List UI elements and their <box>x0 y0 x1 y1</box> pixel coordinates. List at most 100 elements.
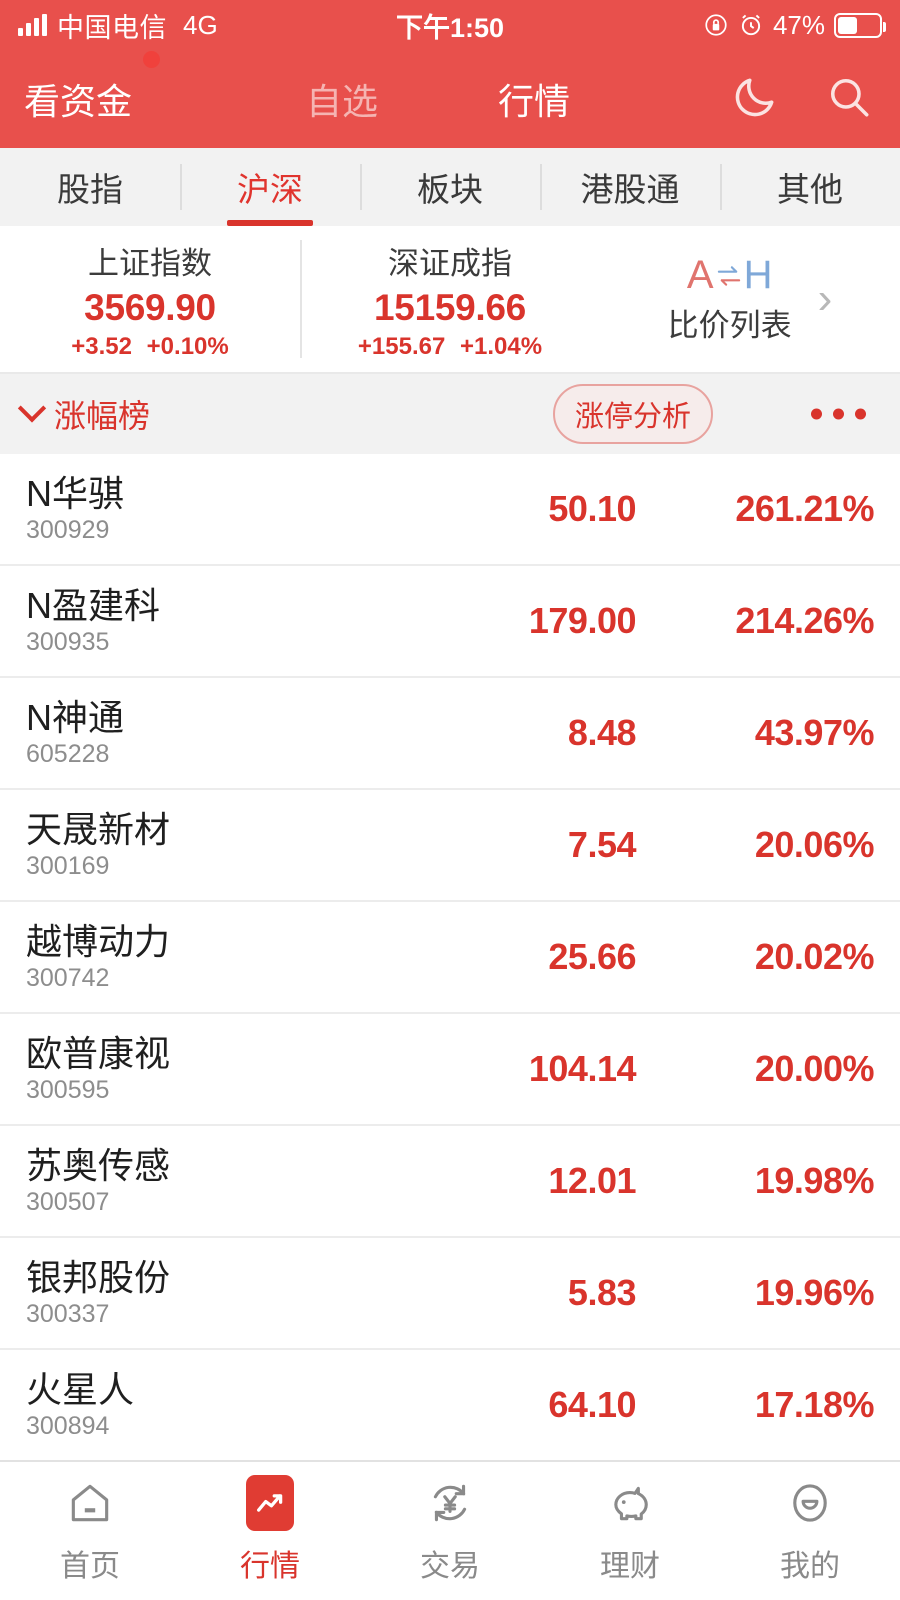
stock-name: N盈建科 <box>26 584 160 626</box>
moon-icon[interactable] <box>730 72 780 127</box>
stock-price: 179.00 <box>528 600 637 641</box>
table-row[interactable]: 越博动力 300742 25.66 20.02% <box>0 902 900 1014</box>
tab-ganggutong[interactable]: 港股通 <box>540 148 720 226</box>
stock-code: 300337 <box>26 1299 110 1328</box>
ah-logo-icon: A H <box>687 253 773 298</box>
table-row[interactable]: 欧普康视 300595 104.14 20.00% <box>0 1014 900 1126</box>
ah-compare-inner: A H 比价列表 <box>668 253 792 345</box>
stock-change-pct: 20.06% <box>754 824 875 865</box>
tab-ganggutong-label: 港股通 <box>580 171 680 208</box>
stock-identity: 欧普康视 300595 <box>26 1035 456 1103</box>
header-tab-money-label: 看资金 <box>24 81 133 122</box>
search-icon[interactable] <box>824 72 874 127</box>
piggy-bank-icon <box>604 1477 656 1529</box>
status-bar: 中国电信 4G 下午1:50 47% <box>0 0 900 50</box>
index-value: 15159.66 <box>374 286 526 328</box>
table-row[interactable]: N华骐 300929 50.10 261.21% <box>0 454 900 566</box>
stock-code: 300935 <box>26 627 110 656</box>
nav-item-finance[interactable]: 理财 <box>540 1477 720 1585</box>
stock-change-pct: 20.02% <box>754 936 875 977</box>
stock-name: N神通 <box>26 696 124 738</box>
stock-identity: N华骐 300929 <box>26 475 456 543</box>
stock-price: 5.83 <box>567 1272 637 1313</box>
index-name: 上证指数 <box>88 245 212 281</box>
header-icon-group <box>730 72 874 127</box>
stock-list[interactable]: N华骐 300929 50.10 261.21% N盈建科 300935 179… <box>0 454 900 1600</box>
app-root: 中国电信 4G 下午1:50 47% 看资金 自选 行情 股指 沪深 板块 港股… <box>0 0 900 1600</box>
ah-exchange-arrows-icon <box>716 263 742 289</box>
carrier-label: 中国电信 <box>57 12 167 43</box>
tab-hushen[interactable]: 沪深 <box>180 148 360 226</box>
stock-code: 300894 <box>26 1411 110 1440</box>
stock-code: 300929 <box>26 515 110 544</box>
nav-item-trade[interactable]: 交易 <box>360 1477 540 1585</box>
chevron-down-icon <box>17 394 47 423</box>
nav-item-profile[interactable]: 我的 <box>720 1477 900 1585</box>
index-change: +155.67 +1.04% <box>358 333 542 361</box>
nav-item-home[interactable]: 首页 <box>0 1477 180 1585</box>
tab-qita[interactable]: 其他 <box>720 148 900 226</box>
chevron-right-icon: › <box>817 274 833 323</box>
stock-code: 300742 <box>26 963 110 992</box>
nav-item-market-label: 行情 <box>240 1550 300 1583</box>
index-summary-bar: 上证指数 3569.90 +3.52 +0.10% 深证成指 15159.66 … <box>0 226 900 374</box>
header-tab-market[interactable]: 行情 <box>498 73 570 125</box>
tab-hushen-label: 沪深 <box>237 171 303 208</box>
more-dots-icon[interactable] <box>811 408 866 420</box>
stock-price: 104.14 <box>528 1048 637 1089</box>
header-tab-watchlist[interactable]: 自选 <box>306 73 378 125</box>
alarm-icon <box>738 12 764 38</box>
tab-guzhi[interactable]: 股指 <box>0 148 180 226</box>
stock-change-pct: 20.00% <box>754 1048 875 1089</box>
stock-price: 12.01 <box>548 1160 636 1201</box>
header-tab-money[interactable]: 看资金 <box>24 51 161 125</box>
rank-sort-selector[interactable]: 涨幅榜 <box>17 391 150 437</box>
stock-code: 300169 <box>26 851 110 880</box>
stock-identity: 天晟新材 300169 <box>26 811 456 879</box>
nav-item-home-label: 首页 <box>60 1550 120 1583</box>
index-value: 3569.90 <box>84 286 216 328</box>
stock-name: 苏奥传感 <box>26 1144 171 1186</box>
stock-change-pct: 17.18% <box>754 1384 875 1425</box>
rotation-lock-icon <box>703 12 729 38</box>
stock-code: 605228 <box>26 739 110 768</box>
ah-logo-h: H <box>743 253 773 297</box>
battery-icon <box>834 12 886 38</box>
bottom-navigation: 首页 行情 交易 理财 我的 <box>0 1460 900 1600</box>
stock-identity: 苏奥传感 300507 <box>26 1147 456 1215</box>
ah-compare-card[interactable]: A H 比价列表 › <box>600 226 900 372</box>
market-subtabs: 股指 沪深 板块 港股通 其他 <box>0 148 900 226</box>
table-row[interactable]: N盈建科 300935 179.00 214.26% <box>0 566 900 678</box>
stock-code: 300507 <box>26 1187 110 1216</box>
stock-price: 64.10 <box>548 1384 636 1425</box>
battery-percent-label: 47% <box>772 9 825 40</box>
table-row[interactable]: 苏奥传感 300507 12.01 19.98% <box>0 1126 900 1238</box>
index-change-pct: +1.04% <box>460 332 543 360</box>
index-change-abs: +155.67 <box>357 332 446 360</box>
stock-change-pct: 261.21% <box>735 488 874 529</box>
index-card-shanghai[interactable]: 上证指数 3569.90 +3.52 +0.10% <box>0 226 300 372</box>
nav-item-finance-label: 理财 <box>600 1550 660 1583</box>
tab-guzhi-label: 股指 <box>57 171 123 208</box>
index-name: 深证成指 <box>388 245 512 281</box>
table-row[interactable]: 火星人 300894 64.10 17.18% <box>0 1350 900 1462</box>
nav-item-market[interactable]: 行情 <box>180 1475 360 1585</box>
stock-identity: 越博动力 300742 <box>26 923 456 991</box>
limit-up-analysis-button[interactable]: 涨停分析 <box>553 384 714 444</box>
tab-bankuai[interactable]: 板块 <box>360 148 540 226</box>
index-change-abs: +3.52 <box>71 332 132 360</box>
stock-price: 7.54 <box>567 824 637 865</box>
app-header: 看资金 自选 行情 <box>0 50 900 148</box>
profile-icon <box>784 1477 836 1529</box>
stock-name: 火星人 <box>26 1368 135 1410</box>
stock-name: 欧普康视 <box>26 1032 171 1074</box>
table-row[interactable]: N神通 605228 8.48 43.97% <box>0 678 900 790</box>
stock-name: 越博动力 <box>26 920 171 962</box>
stock-identity: 火星人 300894 <box>26 1371 456 1439</box>
table-row[interactable]: 天晟新材 300169 7.54 20.06% <box>0 790 900 902</box>
stock-identity: N盈建科 300935 <box>26 587 456 655</box>
table-row[interactable]: 银邦股份 300337 5.83 19.96% <box>0 1238 900 1350</box>
index-card-shenzhen[interactable]: 深证成指 15159.66 +155.67 +1.04% <box>300 226 600 372</box>
stock-code: 300595 <box>26 1075 110 1104</box>
stock-change-pct: 19.98% <box>754 1160 875 1201</box>
